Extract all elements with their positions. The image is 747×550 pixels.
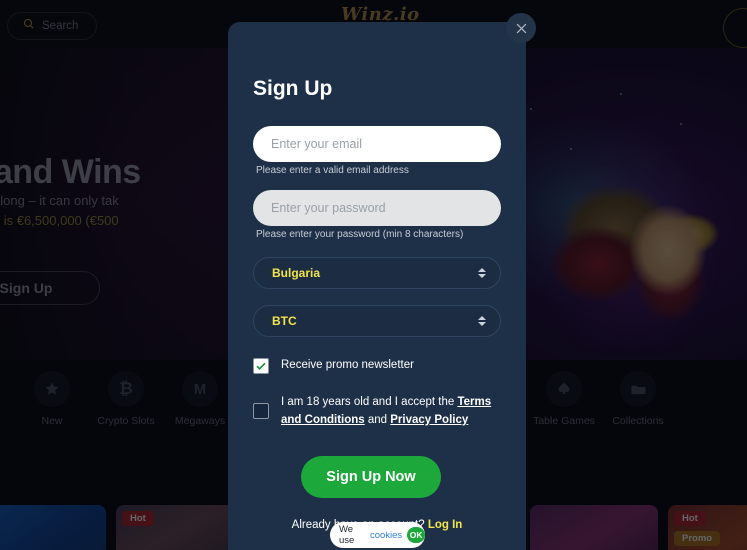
country-value: Bulgaria	[272, 266, 321, 280]
country-select[interactable]: Bulgaria	[253, 257, 501, 289]
currency-select[interactable]: BTC	[253, 305, 501, 337]
cookie-banner: We use cookies OK	[330, 522, 425, 548]
email-placeholder: Enter your email	[271, 137, 363, 151]
cookie-ok-button[interactable]: OK	[407, 527, 425, 543]
email-field[interactable]: Enter your email	[253, 126, 501, 162]
terms-row[interactable]: I am 18 years old and I accept the Terms…	[253, 394, 503, 430]
terms-text-before: I am 18 years old and I accept the	[281, 396, 458, 408]
password-placeholder: Enter your password	[271, 201, 386, 215]
currency-value: BTC	[272, 314, 297, 328]
privacy-policy-link[interactable]: Privacy Policy	[390, 414, 468, 426]
newsletter-row[interactable]: Receive promo newsletter	[253, 357, 503, 375]
log-in-link[interactable]: Log In	[428, 519, 463, 531]
password-field[interactable]: Enter your password	[253, 190, 501, 226]
terms-label: I am 18 years old and I accept the Terms…	[281, 394, 503, 430]
signup-modal: Sign Up Enter your email Please enter a …	[228, 22, 526, 550]
cookies-link[interactable]: cookies	[370, 530, 402, 541]
chevron-updown-icon	[478, 268, 486, 278]
close-icon[interactable]	[506, 13, 536, 43]
modal-title: Sign Up	[253, 77, 333, 100]
password-hint: Please enter your password (min 8 charac…	[256, 229, 464, 240]
chevron-updown-icon	[478, 316, 486, 326]
newsletter-checkbox[interactable]	[253, 357, 269, 374]
email-hint: Please enter a valid email address	[256, 165, 409, 176]
cookie-text: We use	[339, 524, 355, 546]
terms-text-middle: and	[364, 413, 391, 426]
app-root: ops and Wins rizes all day long – it can…	[0, 0, 747, 550]
terms-checkbox[interactable]	[253, 403, 269, 419]
newsletter-label: Receive promo newsletter	[281, 359, 414, 371]
sign-up-now-button[interactable]: Sign Up Now	[301, 456, 441, 498]
